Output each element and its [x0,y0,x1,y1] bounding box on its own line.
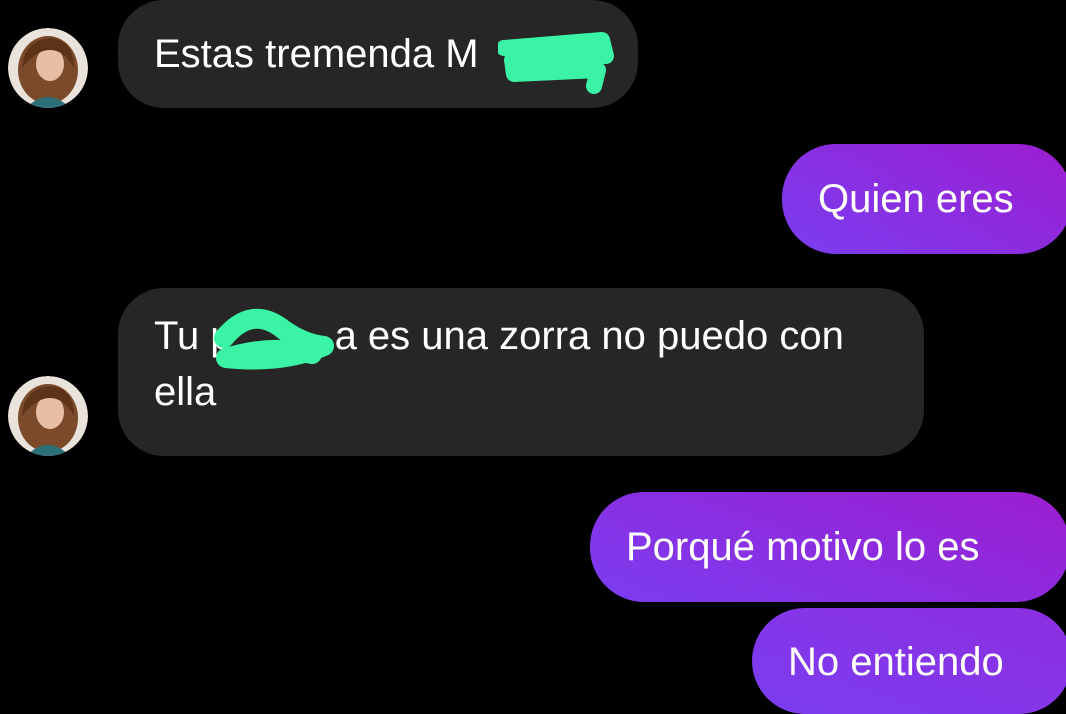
message-line-1: Tu p a es una zorra no puedo con [154,308,888,364]
message-text: Estas tremenda M [154,32,479,76]
message-line-2: ella [154,370,217,414]
outgoing-message[interactable]: No entiendo [752,608,1066,714]
message-text-end: a es una zorra no puedo con [334,314,844,358]
profile-photo-icon [8,28,88,108]
message-text: Porqué motivo lo es [626,525,980,569]
message-text: No entiendo [788,640,1004,684]
message-text-start: Tu p [154,314,233,358]
outgoing-message[interactable]: Quien eres [782,144,1066,254]
incoming-message[interactable]: Estas tremenda M [118,0,638,108]
incoming-message[interactable]: Tu p a es una zorra no puedo con ella [118,288,924,456]
message-text: Quien eres [818,177,1014,221]
profile-photo-icon [8,376,88,456]
contact-avatar[interactable] [8,28,88,108]
contact-avatar[interactable] [8,376,88,456]
outgoing-message[interactable]: Porqué motivo lo es [590,492,1066,602]
